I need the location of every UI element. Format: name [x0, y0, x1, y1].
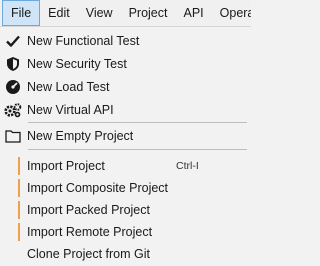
- menu-item-label: Import Packed Project: [27, 203, 150, 217]
- menu-file[interactable]: File: [2, 0, 41, 26]
- accent-bar: [18, 157, 20, 175]
- menu-item-label: Import Project: [27, 159, 105, 173]
- menu-api[interactable]: API: [175, 0, 211, 26]
- menu-item-label: Clone Project from Git: [27, 247, 150, 261]
- menu-bar: File Edit View Project API Operatio: [0, 0, 251, 27]
- accent-bar: [18, 179, 20, 197]
- menu-item-import-composite-project[interactable]: Import Composite Project: [0, 177, 251, 199]
- menu-item-label: New Virtual API: [27, 103, 114, 117]
- checkmark-icon: [4, 32, 22, 50]
- file-menu-dropdown: New Functional Test New Security Test Ne…: [0, 27, 251, 266]
- menu-item-label: New Functional Test: [27, 34, 140, 48]
- menu-separator: [28, 149, 247, 150]
- menu-view[interactable]: View: [78, 0, 121, 26]
- menu-item-new-virtual-api[interactable]: New Virtual API: [0, 99, 251, 121]
- menu-item-import-remote-project[interactable]: Import Remote Project: [0, 221, 251, 243]
- menu-item-new-empty-project[interactable]: New Empty Project: [0, 125, 251, 147]
- menu-edit[interactable]: Edit: [40, 0, 78, 26]
- accent-bar: [18, 201, 20, 219]
- shortcut-label: Ctrl-I: [176, 160, 199, 172]
- menu-item-label: New Security Test: [27, 57, 127, 71]
- menu-item-label: Import Remote Project: [27, 225, 153, 239]
- menu-item-clone-project-from-git[interactable]: Clone Project from Git: [0, 243, 251, 265]
- menu-separator: [28, 122, 247, 123]
- menu-item-new-security-test[interactable]: New Security Test: [0, 53, 251, 75]
- folder-icon: [4, 127, 22, 145]
- menu-item-new-load-test[interactable]: New Load Test: [0, 76, 251, 98]
- menu-item-label: New Load Test: [27, 80, 110, 94]
- menu-operations[interactable]: Operatio: [212, 0, 251, 26]
- menu-item-label: New Empty Project: [27, 129, 134, 143]
- menu-item-import-packed-project[interactable]: Import Packed Project: [0, 199, 251, 221]
- gears-icon: [4, 101, 22, 119]
- gauge-icon: [4, 78, 22, 96]
- menu-item-label: Import Composite Project: [27, 181, 169, 195]
- accent-bar: [18, 223, 20, 241]
- menu-item-new-functional-test[interactable]: New Functional Test: [0, 30, 251, 52]
- shield-icon: [4, 55, 22, 73]
- menu-item-import-project[interactable]: Import Project Ctrl-I: [0, 155, 251, 177]
- menu-project[interactable]: Project: [121, 0, 176, 26]
